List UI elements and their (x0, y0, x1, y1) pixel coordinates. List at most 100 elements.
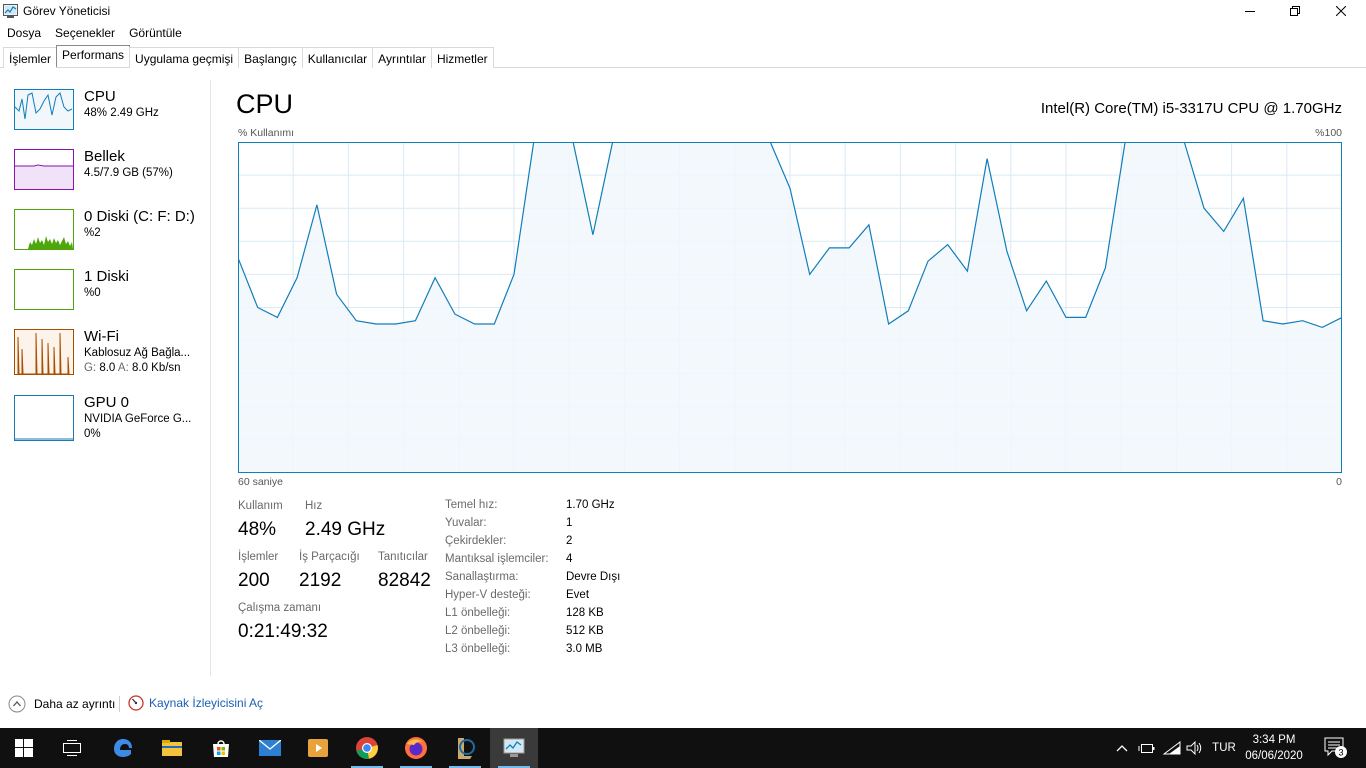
input-language-button[interactable]: TUR (1208, 728, 1240, 768)
restore-button[interactable] (1272, 0, 1318, 22)
clock-time: 3:34 PM (1252, 734, 1296, 746)
power-tray-button[interactable] (1136, 728, 1158, 768)
league-icon (458, 738, 475, 759)
sidebar-wifi-throughput: G: 8.0 A: 8.0 Kb/sn (84, 362, 181, 374)
network-tray-button[interactable] (1160, 728, 1184, 768)
chrome-taskbar-button[interactable] (343, 728, 391, 768)
battery-plug-icon (1138, 744, 1155, 753)
spec-l3-cache-label: L3 önbelleği: (445, 643, 511, 655)
window-title: Görev Yöneticisi (23, 4, 111, 18)
graph-x-axis-min: 0 (1336, 476, 1342, 488)
close-button[interactable] (1318, 0, 1364, 22)
speed-value: 2.49 GHz (305, 519, 386, 540)
spec-sockets-label: Yuvalar: (445, 517, 487, 529)
open-resource-monitor-link[interactable]: Kaynak İzleyicisini Aç (128, 695, 263, 711)
spec-sockets-value: 1 (566, 517, 573, 529)
spec-logical-processors-label: Mantıksal işlemciler: (445, 553, 549, 565)
sidebar-item-cpu[interactable]: CPU 48% 2.49 GHz (14, 80, 209, 136)
menu-file[interactable]: Dosya (0, 23, 48, 43)
speaker-icon (1186, 741, 1202, 755)
tab-processes[interactable]: İşlemler (3, 47, 58, 68)
clock-date: 06/06/2020 (1245, 750, 1303, 762)
sidebar-gpu0-usage: 0% (84, 428, 101, 440)
show-hidden-icons-button[interactable] (1112, 728, 1132, 768)
performance-sidebar: CPU 48% 2.49 GHz Bellek 4.5/7.9 GB (57%)… (0, 80, 211, 676)
action-center-button[interactable]: 3 (1316, 728, 1356, 768)
tab-app-history[interactable]: Uygulama geçmişi (129, 47, 240, 68)
sidebar-wifi-adapter: Kablosuz Ağ Bağla... (84, 347, 191, 359)
mail-taskbar-button[interactable] (246, 728, 294, 768)
edge-icon (114, 739, 132, 757)
fewer-details-label: Daha az ayrıntı (34, 697, 116, 711)
spec-l2-cache-value: 512 KB (566, 625, 604, 637)
volume-tray-button[interactable] (1184, 728, 1206, 768)
fewer-details-button[interactable]: Daha az ayrıntı (8, 695, 115, 713)
spec-l1-cache-value: 128 KB (566, 607, 604, 619)
mail-icon (259, 740, 281, 756)
task-manager-taskbar-button[interactable] (490, 728, 538, 768)
cpu-usage-graph (238, 142, 1342, 473)
sidebar-item-memory[interactable]: Bellek 4.5/7.9 GB (57%) (14, 140, 209, 196)
wifi-thumbnail-graph (14, 329, 74, 375)
firefox-taskbar-button[interactable] (392, 728, 440, 768)
spec-cores-value: 2 (566, 535, 573, 547)
taskbar-clock[interactable]: 3:34 PM 06/06/2020 (1240, 732, 1308, 764)
sidebar-gpu0-title: GPU 0 (84, 394, 130, 411)
chevron-up-circle-icon (8, 695, 26, 713)
sidebar-item-gpu0[interactable]: GPU 0 NVIDIA GeForce G... 0% (14, 386, 209, 446)
utilization-value: 48% (238, 519, 277, 540)
gpu0-thumbnail-graph (14, 395, 74, 441)
firefox-icon (405, 737, 427, 759)
tab-startup[interactable]: Başlangıç (238, 47, 303, 68)
resource-monitor-icon (128, 695, 144, 711)
disk0-thumbnail-graph (14, 209, 74, 250)
tab-users[interactable]: Kullanıcılar (301, 47, 374, 68)
speed-label: Hız (305, 500, 323, 512)
wifi-send-value: 8.0 (99, 362, 116, 374)
minimize-button[interactable] (1227, 0, 1273, 22)
graph-x-axis-label: 60 saniye (238, 476, 283, 488)
uptime-label: Çalışma zamanı (238, 602, 322, 614)
wifi-send-label: G: (84, 362, 97, 374)
graph-y-axis-max: %100 (1315, 127, 1342, 139)
handles-value: 82842 (378, 570, 431, 591)
task-manager-icon (503, 738, 525, 757)
spec-virtualization-value: Devre Dışı (566, 571, 621, 583)
wifi-icon (1163, 741, 1181, 755)
notification-icon: 3 (1324, 737, 1347, 758)
title-bar: Görev Yöneticisi (0, 0, 1366, 22)
sidebar-gpu0-name: NVIDIA GeForce G... (84, 413, 192, 425)
spec-hyperv-value: Evet (566, 589, 590, 601)
restore-icon (1290, 6, 1300, 16)
sidebar-item-disk0[interactable]: 0 Diski (C: F: D:) %2 (14, 200, 209, 256)
tab-details[interactable]: Ayrıntılar (372, 47, 432, 68)
store-taskbar-button[interactable] (197, 728, 245, 768)
sidebar-item-disk1[interactable]: 1 Diski %0 (14, 260, 209, 316)
processes-value: 200 (238, 570, 270, 591)
sidebar-memory-usage: 4.5/7.9 GB (57%) (84, 167, 173, 179)
sidebar-memory-title: Bellek (84, 148, 125, 165)
spec-l3-cache-value: 3.0 MB (566, 643, 603, 655)
menu-view[interactable]: Görüntüle (122, 23, 189, 43)
menu-options[interactable]: Seçenekler (48, 23, 122, 43)
file-explorer-taskbar-button[interactable] (148, 728, 196, 768)
start-button[interactable] (0, 728, 48, 768)
tab-performance[interactable]: Performans (56, 45, 131, 67)
page-title: CPU (236, 89, 294, 119)
task-view-button[interactable] (48, 728, 96, 768)
sidebar-disk0-title: 0 Diski (C: F: D:) (84, 208, 195, 225)
tab-services[interactable]: Hizmetler (430, 47, 494, 68)
handles-label: Tanıtıcılar (378, 551, 428, 563)
sidebar-item-wifi[interactable]: Wi-Fi Kablosuz Ağ Bağla... G: 8.0 A: 8.0… (14, 320, 209, 386)
cpu-thumbnail-graph (14, 89, 74, 130)
spec-l1-cache-label: L1 önbelleği: (445, 607, 511, 619)
media-player-taskbar-button[interactable] (294, 728, 342, 768)
task-manager-app-icon (3, 4, 18, 18)
start-icon (15, 739, 33, 757)
utilization-label: Kullanım (238, 500, 283, 512)
league-taskbar-button[interactable] (441, 728, 489, 768)
media-player-icon (308, 739, 328, 757)
edge-taskbar-button[interactable] (99, 728, 147, 768)
threads-value: 2192 (299, 570, 342, 591)
notification-count: 3 (1338, 748, 1343, 758)
